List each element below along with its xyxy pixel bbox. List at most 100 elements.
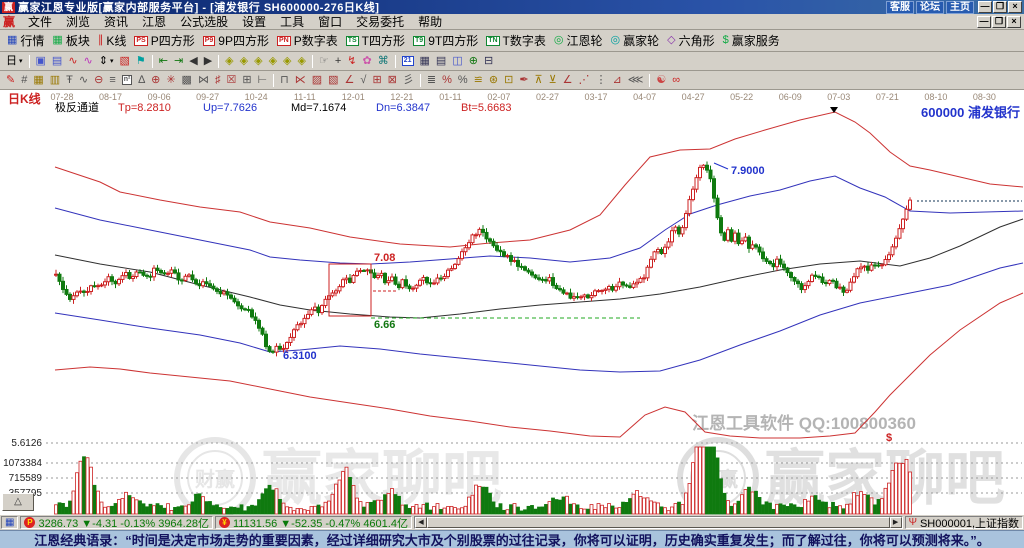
circle-tool-icon[interactable]: ⊖ (91, 74, 106, 87)
zoom-out-icon[interactable]: ◈ (295, 55, 309, 68)
menu-item-2[interactable]: 资讯 (97, 13, 135, 30)
export-icon[interactable]: ⊟ (481, 55, 496, 68)
compress-x-icon[interactable]: ◈ (251, 55, 265, 68)
infinity-icon[interactable]: ∞ (669, 74, 683, 87)
starburst-icon[interactable]: ✳ (163, 74, 178, 87)
gann-circle-icon[interactable]: ⊕ (148, 74, 163, 87)
scroll-right-icon[interactable]: ▶ (889, 517, 902, 528)
percent-down-icon[interactable]: % (439, 74, 455, 87)
golden-box-icon[interactable]: ⊡ (501, 74, 516, 87)
waves-icon[interactable]: 彡 (400, 74, 417, 87)
pennant-icon[interactable]: ⚑ (133, 55, 149, 68)
lattice-icon[interactable]: ⊞ (369, 74, 384, 87)
current-symbol-panel[interactable]: Ψ SH000001,上证指数 (904, 516, 1023, 530)
wedge-icon[interactable]: ⊿ (610, 74, 625, 87)
fan-lines-icon[interactable]: ⋉ (292, 74, 309, 87)
axis-tool-icon[interactable]: ⊢ (255, 74, 271, 87)
dots-icon[interactable]: ⋮ (593, 74, 610, 87)
menu-item-7[interactable]: 窗口 (311, 13, 349, 30)
first-bar-icon[interactable]: ⇤ (156, 55, 171, 68)
p-table-button[interactable]: PN P数字表 (273, 31, 342, 50)
kline-red-icon[interactable]: ∿ (65, 55, 80, 68)
save-icon[interactable]: ◫ (449, 55, 465, 68)
triangle-tool-icon[interactable]: ∆ (135, 74, 148, 87)
menu-item-5[interactable]: 设置 (235, 13, 273, 30)
menu-item-9[interactable]: 帮助 (411, 13, 449, 30)
hatch-tool-icon[interactable]: # (18, 74, 30, 87)
price-box2-icon[interactable]: ⊻ (546, 74, 560, 87)
curve-check-icon[interactable]: √ (357, 74, 369, 87)
window-layout-icon[interactable]: ▣ (33, 55, 49, 68)
t-table-button[interactable]: TN T数字表 (482, 31, 550, 50)
pen-tool-icon[interactable]: ✎ (3, 74, 18, 87)
n2-tool-icon[interactable]: n² (119, 74, 136, 86)
percent-icon[interactable]: % (455, 74, 471, 87)
gann-wheel-button[interactable]: ◎ 江恩轮 (550, 31, 607, 50)
info-view-icon[interactable]: ▤ (49, 55, 65, 68)
winner-wheel-button[interactable]: ◎ 赢家轮 (607, 31, 664, 50)
gann-grid-icon[interactable]: ▦ (30, 74, 46, 87)
titlebar-link-2[interactable]: 主页 (946, 0, 974, 14)
mdi-minimize-button[interactable]: — (977, 15, 991, 28)
rays-icon[interactable]: ⋰ (576, 74, 593, 87)
calendar-icon[interactable]: 21 (399, 55, 417, 67)
lattice2-icon[interactable]: ⊠ (385, 74, 400, 87)
angle-tool-icon[interactable]: ∠ (342, 74, 358, 87)
kline-overlay-icon[interactable]: ▧ (117, 55, 133, 68)
bowtie-icon[interactable]: ⋈ (195, 74, 212, 87)
minimize-button[interactable]: — (978, 1, 992, 13)
yinyang-icon[interactable]: ☯ (653, 74, 669, 87)
menu-item-3[interactable]: 江恩 (135, 13, 173, 30)
box-top-icon[interactable]: ⊓ (277, 74, 292, 87)
shade-box-icon[interactable]: ▩ (179, 74, 195, 87)
gann-grid2-icon[interactable]: ▥ (47, 74, 63, 87)
restore-button[interactable]: ❐ (993, 1, 1007, 13)
last-bar-icon[interactable]: ⇥ (171, 55, 186, 68)
price-box-icon[interactable]: ⊼ (532, 74, 546, 87)
kline-magenta-icon[interactable]: ∿ (81, 55, 96, 68)
p-square-button[interactable]: PS P四方形 (130, 31, 198, 50)
horizontal-scrollbar[interactable]: ◀ ▶ (413, 516, 903, 529)
kline-button[interactable]: ∥ K线 (94, 31, 131, 50)
close-button[interactable]: × (1008, 1, 1022, 13)
web-update-icon[interactable]: ⊕ (466, 55, 481, 68)
quad-grid-icon[interactable]: ⊞ (239, 74, 254, 87)
sectors-button[interactable]: ▦ 板块 (48, 31, 93, 50)
scrollbar-thumb[interactable] (426, 517, 890, 528)
sz-index-panel[interactable]: ¥ 11131.56 ▼-52.35 -0.47% 4601.4亿 (214, 516, 412, 530)
sh-index-panel[interactable]: P 3286.73 ▼-4.31 -0.13% 3964.28亿 (20, 516, 213, 530)
expand-y-icon[interactable]: ◈ (237, 55, 251, 68)
titlebar-link-0[interactable]: 客服 (886, 0, 914, 14)
menu-item-6[interactable]: 工具 (273, 13, 311, 30)
menu-item-1[interactable]: 浏览 (59, 13, 97, 30)
zigzag-tool-icon[interactable]: ↯ (344, 55, 359, 68)
t-square-icon[interactable]: Ŧ (63, 74, 76, 87)
hexagon-button[interactable]: ◇ 六角形 (663, 31, 718, 50)
scale-toggle-button[interactable]: ⇕ ▾ (96, 55, 117, 68)
expand-x-icon[interactable]: ◈ (266, 55, 280, 68)
volume-pane-toggle-button[interactable]: △ (2, 493, 34, 511)
crosshair-tool-icon[interactable]: + (332, 55, 344, 68)
red-grid-icon[interactable]: ☒ (223, 74, 239, 87)
pattern-tool-icon[interactable]: ⌘ (375, 55, 392, 68)
t-square-button[interactable]: TS T四方形 (342, 31, 409, 50)
compress-y-icon[interactable]: ◈ (222, 55, 236, 68)
menu-item-0[interactable]: 文件 (21, 13, 59, 30)
menu-item-4[interactable]: 公式选股 (173, 13, 235, 30)
ink-pen-icon[interactable]: ✒ (516, 74, 531, 87)
titlebar-link-1[interactable]: 论坛 (916, 0, 944, 14)
ninet-square-button[interactable]: T9 9T四方形 (409, 31, 482, 50)
stamp-tool-icon[interactable]: ✿ (360, 55, 375, 68)
hand-tool-icon[interactable]: ☞ (316, 55, 332, 68)
scroll-left-icon[interactable]: ◀ (414, 517, 427, 528)
period-day-button[interactable]: 日 ▾ (3, 55, 26, 68)
ninep-square-button[interactable]: P9 9P四方形 (199, 31, 273, 50)
calculator-icon[interactable]: ▦ (417, 55, 433, 68)
sharp-grid-icon[interactable]: ♯ (212, 74, 224, 87)
staff-lines-icon[interactable]: ≣ (424, 74, 439, 87)
spiral-tool-icon[interactable]: ∿ (76, 74, 91, 87)
mdi-restore-button[interactable]: ❐ (992, 15, 1006, 28)
next-bar-icon[interactable]: ▶ (201, 55, 215, 68)
notebook-icon[interactable]: ▤ (433, 55, 449, 68)
fill-box2-icon[interactable]: ▧ (325, 74, 341, 87)
